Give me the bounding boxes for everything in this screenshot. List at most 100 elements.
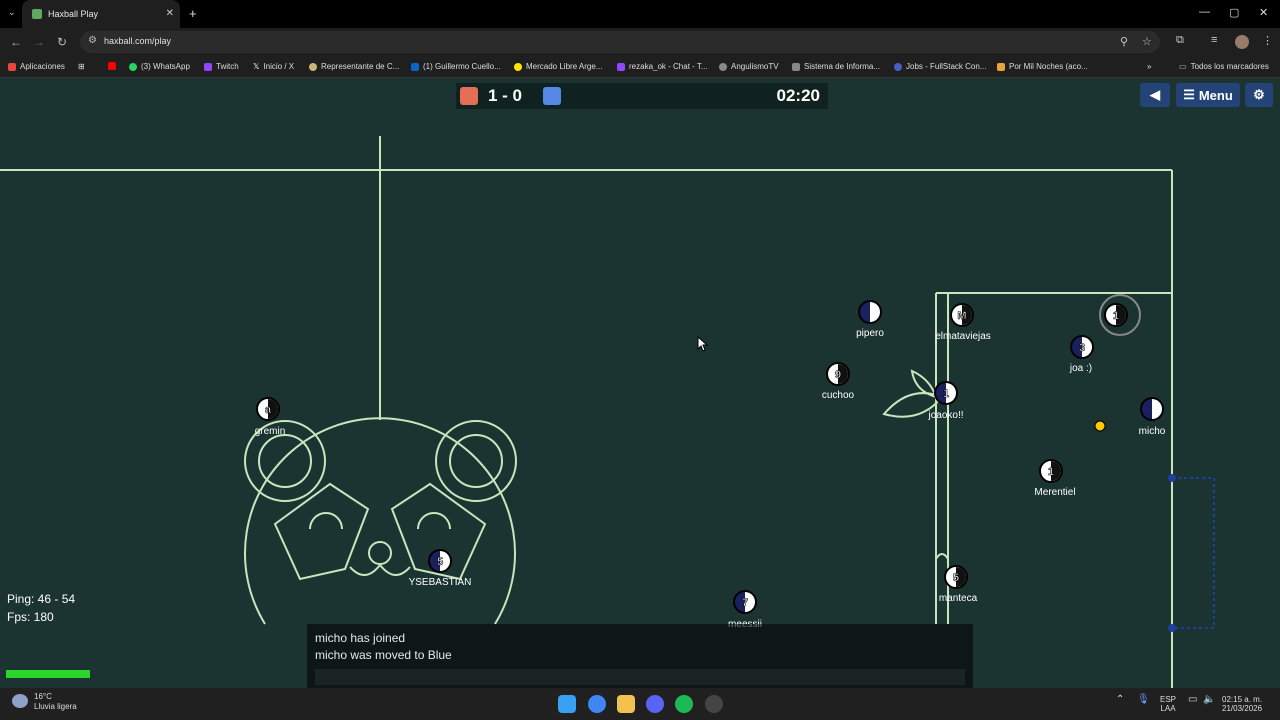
twitch-icon xyxy=(204,62,212,71)
bookmark-representante[interactable]: Representante de C... xyxy=(309,62,399,71)
tab-haxball[interactable]: Haxball Play ✕ xyxy=(22,0,180,28)
chrome-icon[interactable] xyxy=(588,695,606,713)
browser-tab-strip: ⌄ Haxball Play ✕ + — ▢ ✕ xyxy=(0,0,1280,28)
player-name-ysebastian: YSEBASTIAN xyxy=(408,577,472,588)
goal-post-bottom xyxy=(1168,624,1176,632)
haxball-game[interactable]: M 1 3 9 1 a 1 5 5 7 pipero elmataviejas joa :) cu… xyxy=(0,79,1280,688)
panda-head xyxy=(244,417,516,625)
bookmark-por-mil-noches[interactable]: Por Mil Noches (aco... xyxy=(997,62,1088,71)
player-name-elmataviejas: elmataviejas xyxy=(935,331,991,342)
bookmark-linkedin[interactable]: (1) Guillermo Cuello... xyxy=(411,62,501,71)
back-icon[interactable]: ← xyxy=(10,35,22,49)
player-name-joa: joa :) xyxy=(1069,363,1093,374)
bookmark-sistema[interactable]: Sistema de Informa... xyxy=(792,62,880,71)
close-window-icon[interactable]: ✕ xyxy=(1259,6,1268,19)
folder-icon: ▭ xyxy=(1179,62,1187,71)
apps-launcher-icon[interactable]: ⊞ xyxy=(78,62,85,71)
ping-text: Ping: 46 - 54 xyxy=(7,592,76,606)
blue-team-icon xyxy=(543,87,561,105)
media-icon[interactable]: ≡ xyxy=(1211,34,1217,46)
network-icon[interactable]: ▭ xyxy=(1188,695,1197,705)
omnibox[interactable]: ⚙ haxball.com/play ⚲ ☆ xyxy=(80,31,1160,53)
volume-icon[interactable]: 🔈 xyxy=(1203,695,1215,705)
bookmark-jobs[interactable]: Jobs - FullStack Con... xyxy=(894,62,986,71)
ball xyxy=(1094,420,1106,432)
haxball-favicon-icon xyxy=(32,9,42,19)
reload-icon[interactable]: ↻ xyxy=(57,35,67,49)
x-logo-icon: 𝕏 xyxy=(253,62,260,71)
whatsapp-icon xyxy=(129,62,137,71)
sound-toggle-button[interactable]: ◀ xyxy=(1140,83,1170,107)
bookmark-star-icon[interactable]: ☆ xyxy=(1142,35,1152,48)
ping-panel: Ping: 46 - 54 Fps: 180 xyxy=(7,590,75,626)
forward-icon[interactable]: → xyxy=(33,35,45,49)
bookmark-twitch[interactable]: Twitch xyxy=(204,62,239,71)
minimize-icon[interactable]: — xyxy=(1199,6,1210,18)
obs-icon[interactable] xyxy=(705,695,723,713)
settings-button[interactable]: ⚙ xyxy=(1245,83,1273,107)
language-indicator[interactable]: ESP LAA xyxy=(1160,695,1176,713)
apps-grid-icon xyxy=(8,62,16,71)
linkedin-icon xyxy=(411,62,419,71)
player-number: a xyxy=(265,404,272,416)
goal-net xyxy=(1172,477,1215,629)
jobs-icon xyxy=(894,62,902,71)
gear-icon: ⚙ xyxy=(1253,87,1265,102)
mouse-cursor-icon xyxy=(697,336,709,352)
bookmark-mercadolibre[interactable]: Mercado Libre Arge... xyxy=(514,62,602,71)
box-curve xyxy=(935,553,949,560)
bookmark-angulismo[interactable]: AngulismoTV xyxy=(719,62,779,71)
tab-search-icon[interactable]: ⌄ xyxy=(8,7,16,18)
more-bookmarks-icon[interactable]: » xyxy=(1147,62,1151,71)
weather-description: Lluvia ligera xyxy=(34,702,77,711)
new-tab-icon[interactable]: + xyxy=(189,6,197,21)
youtube-icon[interactable] xyxy=(108,62,116,70)
discord-icon[interactable] xyxy=(646,695,664,713)
player-number: 7 xyxy=(742,597,748,609)
player-name-cuchoo: cuchoo xyxy=(821,390,855,401)
chat-message: micho has joined xyxy=(315,631,406,645)
tab-title: Haxball Play xyxy=(48,9,99,19)
bookmark-apps[interactable]: Aplicaciones xyxy=(8,62,65,71)
tray-expand-icon[interactable]: ⌃ xyxy=(1116,695,1124,705)
spotify-icon[interactable] xyxy=(675,695,693,713)
panda-eye-patch-left xyxy=(273,482,370,581)
rain-cloud-icon xyxy=(12,694,28,708)
panda-ear-left-inner xyxy=(258,434,312,488)
url-text[interactable]: haxball.com/play xyxy=(104,36,171,46)
windows-start-icon[interactable] xyxy=(558,695,576,713)
shield-icon xyxy=(997,62,1005,71)
panda-eye-right xyxy=(417,512,451,530)
all-bookmarks[interactable]: ▭ Todos los marcadores xyxy=(1179,62,1269,71)
maximize-icon[interactable]: ▢ xyxy=(1229,6,1239,19)
score: 1 - 0 xyxy=(488,86,523,105)
panda-eye-left xyxy=(309,512,343,530)
bookmark-whatsapp[interactable]: (3) WhatsApp xyxy=(129,62,190,71)
player-name-pipero: pipero xyxy=(856,328,884,339)
mercadolibre-icon xyxy=(514,62,522,71)
chat-message: micho was moved to Blue xyxy=(315,648,452,662)
player-number: 1 xyxy=(943,388,949,400)
player-name-micho: micho xyxy=(1138,426,1166,437)
player-number: 3 xyxy=(1079,342,1085,354)
weather-widget[interactable]: 16°C Lluvia ligera xyxy=(12,692,77,712)
chat-box: micho has joined micho was moved to Blue xyxy=(307,624,973,688)
bookmark-favicon-icon xyxy=(309,62,317,71)
site-info-icon[interactable]: ⚙ xyxy=(88,35,97,46)
more-menu-icon[interactable]: ⋮ xyxy=(1262,34,1273,47)
menu-button[interactable]: ☰ Menu xyxy=(1176,83,1240,107)
zoom-icon[interactable]: ⚲ xyxy=(1120,35,1128,48)
close-tab-icon[interactable]: ✕ xyxy=(166,8,174,19)
windows-taskbar: 16°C Lluvia ligera ⌃ 🎙 ESP LAA ▭ 🔈 02:15… xyxy=(0,688,1280,720)
microphone-icon[interactable]: 🎙 xyxy=(1137,695,1150,705)
bookmark-rezaka[interactable]: rezaka_ok - Chat - T... xyxy=(617,62,708,71)
file-explorer-icon[interactable] xyxy=(617,695,635,713)
clock-date[interactable]: 02:15 a. m. 21/03/2026 xyxy=(1222,695,1262,713)
chat-input[interactable] xyxy=(315,669,965,685)
player-name-merentiel: Merentiel xyxy=(1034,487,1076,498)
extensions-icon[interactable]: ⧉ xyxy=(1176,34,1184,47)
speaker-icon: ◀ xyxy=(1150,87,1160,102)
red-team-icon xyxy=(460,87,478,105)
profile-avatar[interactable] xyxy=(1235,35,1249,49)
bookmark-x[interactable]: 𝕏 Inicio / X xyxy=(253,62,294,71)
